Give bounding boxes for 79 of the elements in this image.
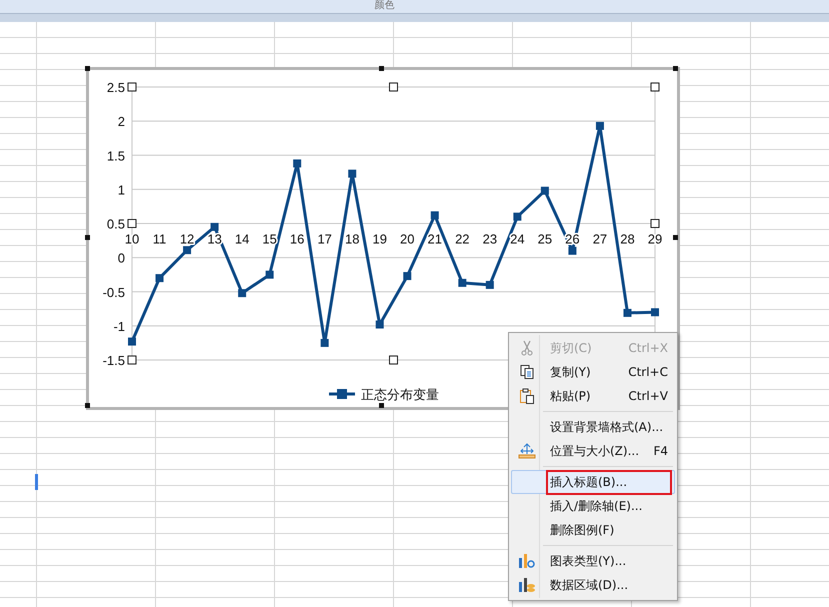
data-point	[458, 278, 466, 287]
menu-item[interactable]: 复制(Y) Ctrl+C	[511, 360, 675, 384]
selection-handle[interactable]	[128, 356, 136, 364]
axis-label: 14	[234, 232, 250, 247]
paste-icon	[519, 388, 535, 404]
axis-label: 21	[428, 232, 442, 247]
menu-item[interactable]: 数据区域(D)...	[511, 573, 675, 597]
copy-icon	[519, 364, 535, 380]
selection-handle[interactable]	[128, 82, 136, 92]
data-point	[320, 338, 329, 347]
axis-label: 20	[400, 232, 414, 247]
data-point	[568, 246, 576, 255]
axis-label: 2.5	[106, 80, 125, 95]
menu-item[interactable]: 图表类型(Y)...	[511, 549, 675, 573]
cell-cursor	[35, 474, 38, 490]
menu-item[interactable]: 粘贴(P) Ctrl+V	[511, 384, 675, 408]
axis-label: 17	[317, 232, 332, 247]
bar-chart-icon	[518, 577, 536, 593]
resize-handle[interactable]	[379, 403, 384, 408]
resize-handle[interactable]	[85, 403, 90, 408]
data-point	[156, 274, 164, 282]
data-point	[623, 308, 632, 317]
data-point	[238, 289, 246, 298]
resize-handle[interactable]	[85, 234, 90, 240]
resize-handle[interactable]	[85, 66, 90, 71]
axis-label: 1.5	[106, 148, 125, 164]
resize-handle[interactable]	[379, 66, 384, 71]
axis-label: 0.5	[106, 216, 125, 232]
data-point	[513, 212, 522, 221]
legend-marker	[329, 389, 355, 399]
axis-label: 12	[180, 232, 194, 247]
menu-item[interactable]: 插入/删除轴(E)...	[511, 494, 675, 518]
data-point	[403, 272, 412, 280]
legend-label: 正态分布变量	[361, 388, 439, 403]
data-point	[210, 222, 219, 231]
axis-label: 27	[592, 232, 608, 247]
axis-label: 29	[648, 232, 662, 247]
axis-label: 19	[372, 232, 387, 247]
data-point	[430, 211, 439, 220]
menu-item[interactable]: 删除图例(F)	[511, 518, 675, 542]
axis-label: 28	[620, 232, 635, 247]
axis-label: 11	[152, 232, 166, 247]
axis-label: 22	[455, 232, 470, 247]
axis-label: 18	[344, 232, 360, 247]
data-point	[376, 320, 384, 328]
selection-handle[interactable]	[650, 82, 660, 92]
data-point	[651, 308, 659, 316]
data-point	[183, 246, 192, 254]
bar-chart-icon	[518, 553, 536, 569]
data-point	[540, 186, 549, 195]
axis-label: 24	[510, 232, 525, 247]
axis-label: -0.5	[102, 284, 125, 300]
menu-item[interactable]: 插入标题(B)...	[511, 470, 675, 494]
axis-label: -1	[113, 318, 125, 334]
selection-handle[interactable]	[128, 219, 136, 228]
axis-label: 10	[124, 232, 140, 247]
data-point	[293, 159, 302, 168]
data-point	[348, 170, 356, 178]
data-point	[266, 270, 274, 279]
data-point	[486, 280, 494, 289]
data-point	[596, 122, 604, 130]
axis-label: 16	[290, 232, 304, 247]
selection-handle[interactable]	[650, 219, 660, 228]
menu-item[interactable]: 位置与大小(Z)... F4	[511, 439, 675, 463]
axis-label: 15	[262, 232, 277, 247]
axis-label: 25	[538, 232, 552, 247]
selection-handle[interactable]	[389, 82, 398, 92]
axis-label: 0	[118, 250, 125, 266]
axis-label: -1.5	[102, 353, 125, 368]
data-point	[128, 338, 136, 346]
axis-label: 23	[482, 232, 498, 247]
selection-handle[interactable]	[389, 356, 398, 364]
axis-label: 2	[118, 114, 125, 130]
move-icon	[518, 443, 536, 459]
resize-handle[interactable]	[673, 66, 678, 71]
scissors-icon	[519, 340, 535, 356]
axis-label: 1	[118, 182, 125, 198]
menu-item[interactable]: 设置背景墙格式(A)...	[511, 415, 675, 439]
resize-handle[interactable]	[673, 234, 678, 240]
